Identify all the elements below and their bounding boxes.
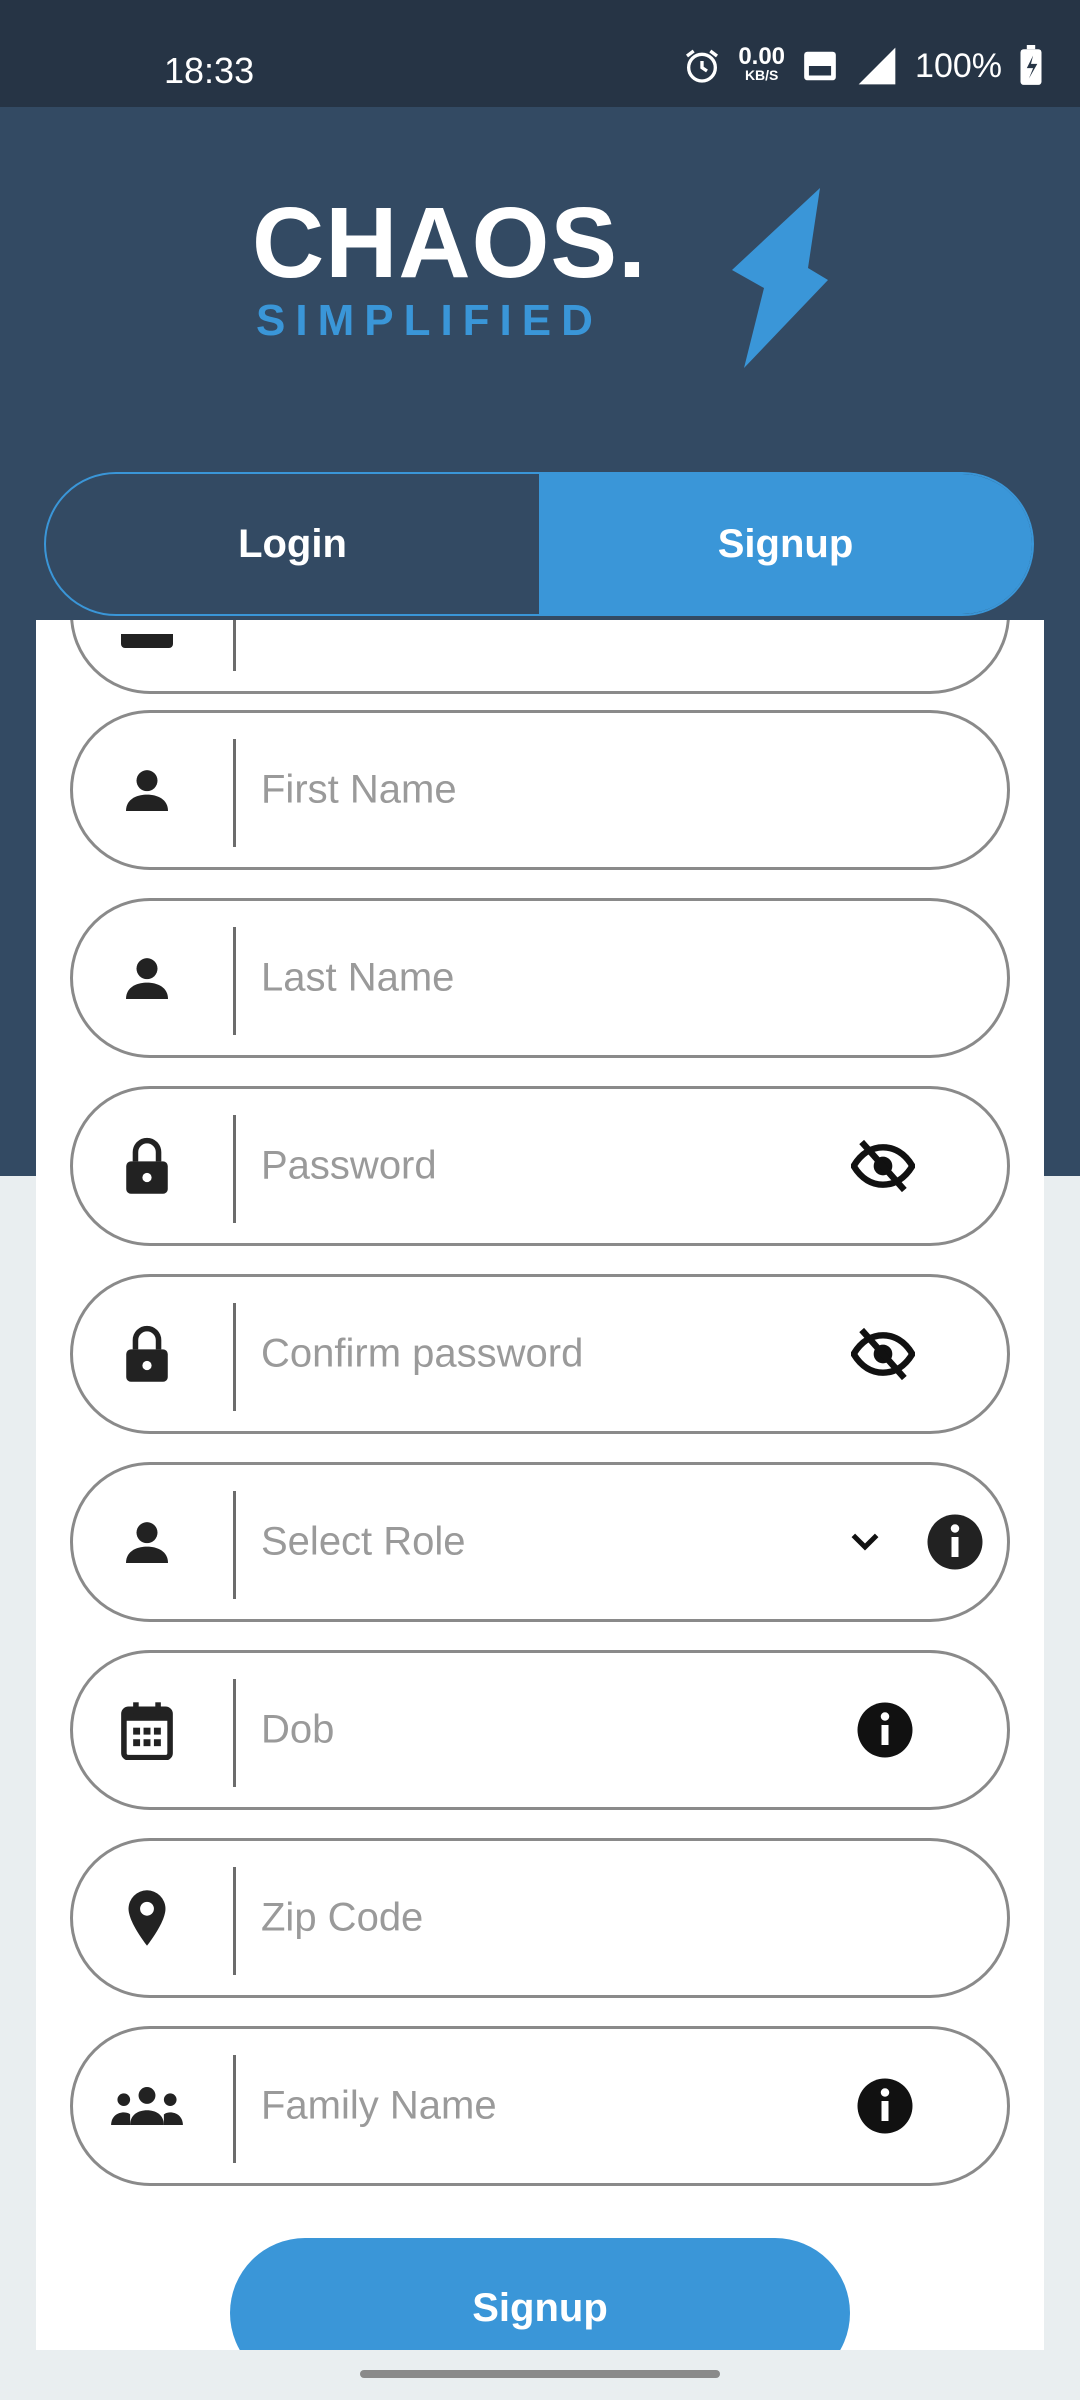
field-divider: [233, 1115, 236, 1223]
last-name-placeholder: Last Name: [261, 955, 455, 1000]
chevron-down-icon[interactable]: [833, 1510, 897, 1574]
tab-login[interactable]: Login: [46, 474, 539, 614]
confirm-password-field[interactable]: Confirm password: [70, 1274, 1010, 1434]
signal-icon: [858, 47, 896, 85]
field-divider: [233, 1491, 236, 1599]
first-name-field[interactable]: First Name: [70, 710, 1010, 870]
field-icon: [117, 631, 177, 651]
role-placeholder: Select Role: [261, 1519, 466, 1564]
field-divider: [233, 739, 236, 847]
last-name-field[interactable]: Last Name: [70, 898, 1010, 1058]
logo-title: CHAOS.: [252, 187, 647, 299]
signup-submit-button[interactable]: Signup: [230, 2238, 850, 2350]
info-icon[interactable]: [853, 1698, 917, 1762]
network-speed-value: 0.00: [738, 43, 786, 70]
battery-percent: 100%: [915, 46, 1002, 85]
battery-icon: [1020, 45, 1042, 85]
field-divider: [233, 1679, 236, 1787]
password-field[interactable]: Password: [70, 1086, 1010, 1246]
role-select[interactable]: Select Role: [70, 1462, 1010, 1622]
gesture-nav-bar[interactable]: [360, 2370, 720, 2378]
dob-field[interactable]: Dob: [70, 1650, 1010, 1810]
lightning-bolt-icon: [732, 188, 828, 368]
calendar-icon: [117, 1700, 177, 1760]
logo-subtitle: SIMPLIFIED: [256, 296, 603, 345]
tab-signup[interactable]: Signup: [539, 474, 1032, 614]
status-bar: 18:33 0.00 KB/S 100%: [0, 0, 1080, 107]
first-name-placeholder: First Name: [261, 767, 457, 812]
info-icon[interactable]: [923, 1510, 987, 1574]
scrolled-field[interactable]: [70, 620, 1010, 694]
network-speed-unit: KB/S: [744, 67, 779, 83]
status-time: 18:33: [164, 50, 255, 91]
auth-tabs: Login Signup: [44, 472, 1034, 616]
field-divider: [233, 1867, 236, 1975]
password-placeholder: Password: [261, 1143, 437, 1188]
family-name-placeholder: Family Name: [261, 2083, 497, 2128]
person-icon: [117, 948, 177, 1008]
field-divider: [233, 927, 236, 1035]
visibility-off-icon[interactable]: [851, 1322, 915, 1386]
person-icon: [117, 1512, 177, 1572]
app-logo: CHAOS. SIMPLIFIED: [252, 188, 832, 368]
location-pin-icon: [117, 1888, 177, 1948]
visibility-off-icon[interactable]: [851, 1134, 915, 1198]
network-speed: 0.00 KB/S: [738, 43, 786, 84]
field-divider: [233, 620, 236, 671]
alarm-icon: [686, 49, 719, 83]
lock-icon: [117, 1136, 177, 1196]
zip-code-field[interactable]: Zip Code: [70, 1838, 1010, 1998]
lock-icon: [117, 1324, 177, 1384]
field-divider: [233, 2055, 236, 2163]
status-icons: 0.00 KB/S 100%: [682, 44, 1044, 88]
confirm-password-placeholder: Confirm password: [261, 1331, 584, 1376]
family-name-field[interactable]: Family Name: [70, 2026, 1010, 2186]
volte-icon: [804, 51, 836, 81]
dob-placeholder: Dob: [261, 1707, 335, 1752]
person-icon: [117, 760, 177, 820]
group-icon: [105, 2076, 189, 2136]
info-icon[interactable]: [853, 2074, 917, 2138]
signup-form: First Name Last Name Password Confirm pa…: [36, 620, 1044, 2350]
field-divider: [233, 1303, 236, 1411]
zip-code-placeholder: Zip Code: [261, 1895, 424, 1940]
